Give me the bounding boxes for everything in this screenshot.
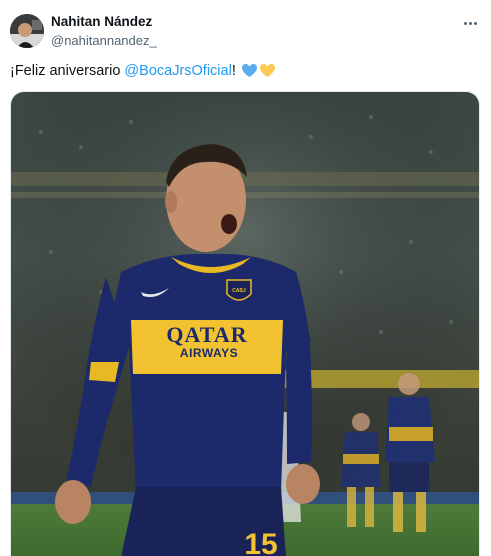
yellow-heart-icon — [259, 63, 276, 83]
author-name[interactable]: Nahitan Nández — [51, 14, 152, 29]
jersey-sponsor-line2: AIRWAYS — [180, 346, 238, 360]
tweet-card: Nahitan Nández @nahitannandez_ ¡Feliz an… — [0, 0, 491, 556]
blue-heart-icon — [241, 63, 258, 83]
avatar[interactable] — [10, 14, 44, 48]
jersey-crest-text: CABJ — [232, 288, 246, 294]
shorts-number: 15 — [244, 528, 277, 556]
tweet-text-start: ¡Feliz aniversario — [10, 63, 125, 79]
more-horizontal-icon — [463, 21, 467, 25]
jersey-sponsor-line1: QATAR — [166, 322, 247, 347]
more-options-button[interactable] — [459, 12, 481, 34]
author-handle[interactable]: @nahitannandez_ — [51, 33, 157, 48]
tweet-photo[interactable]: CABJ QATAR AIRWAYS 15 — [10, 91, 480, 556]
tweet-text: ¡Feliz aniversario @BocaJrsOficial! — [10, 62, 276, 83]
mention-link[interactable]: @BocaJrsOficial — [124, 63, 231, 79]
tweet-text-end: ! — [231, 63, 240, 79]
